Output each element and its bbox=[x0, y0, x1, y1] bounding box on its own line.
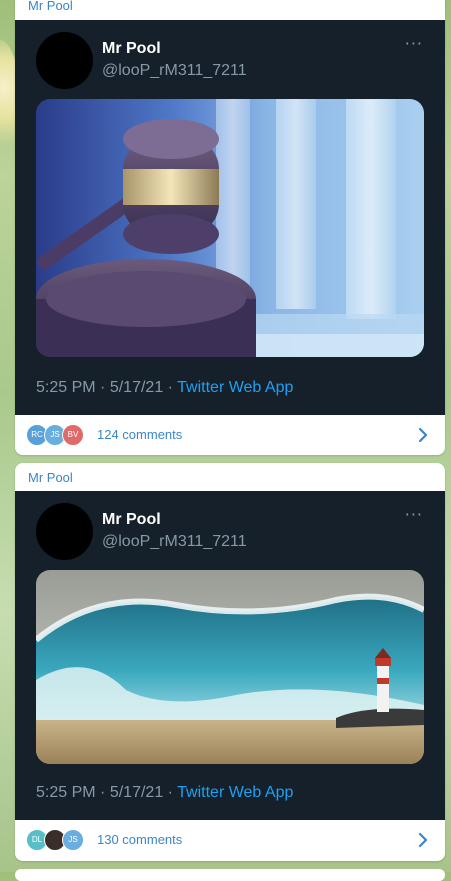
tweet-time: 5:25 PM bbox=[36, 379, 96, 396]
tweet-handle[interactable]: @looP_rM311_7211 bbox=[102, 533, 247, 551]
next-post-edge bbox=[15, 869, 445, 881]
comments-bar[interactable]: DL JS 130 comments bbox=[15, 820, 445, 860]
wave-lighthouse-illustration bbox=[36, 570, 424, 764]
more-options-icon[interactable]: ··· bbox=[405, 34, 423, 53]
tweet-meta: 5:25 PM · 5/17/21 · Twitter Web App bbox=[36, 379, 293, 397]
meta-separator: · bbox=[167, 784, 178, 801]
channel-post-1: Mr Pool Mr Pool @looP_rM311_7211 ··· 5:2… bbox=[15, 0, 445, 455]
tweet-date[interactable]: 5/17/21 bbox=[110, 784, 163, 801]
meta-separator: · bbox=[167, 379, 178, 396]
channel-name[interactable]: Mr Pool bbox=[15, 0, 445, 20]
commenter-avatar: JS bbox=[62, 829, 84, 851]
comments-count-link[interactable]: 124 comments bbox=[97, 427, 182, 442]
tweet-card[interactable]: Mr Pool @looP_rM311_7211 ··· 5:25 PM · 5… bbox=[15, 491, 445, 820]
tweet-display-name[interactable]: Mr Pool bbox=[102, 511, 161, 529]
tweet-date[interactable]: 5/17/21 bbox=[110, 379, 163, 396]
tweet-image-gavel[interactable] bbox=[36, 99, 424, 357]
meta-separator: · bbox=[100, 379, 110, 396]
channel-post-2: Mr Pool Mr Pool @looP_rM311_7211 ··· 5:2… bbox=[15, 463, 445, 861]
tweet-handle[interactable]: @looP_rM311_7211 bbox=[102, 62, 247, 80]
tweet-source[interactable]: Twitter Web App bbox=[177, 379, 293, 396]
chevron-right-icon[interactable] bbox=[414, 426, 432, 444]
tweet-image-wave[interactable] bbox=[36, 570, 424, 764]
tweet-source[interactable]: Twitter Web App bbox=[177, 784, 293, 801]
avatar[interactable] bbox=[36, 32, 93, 89]
gavel-illustration bbox=[36, 99, 424, 357]
tweet-display-name[interactable]: Mr Pool bbox=[102, 40, 161, 58]
avatar[interactable] bbox=[36, 503, 93, 560]
commenter-avatar: BV bbox=[62, 424, 84, 446]
tweet-time: 5:25 PM bbox=[36, 784, 96, 801]
comments-count-link[interactable]: 130 comments bbox=[97, 832, 182, 847]
tweet-meta: 5:25 PM · 5/17/21 · Twitter Web App bbox=[36, 784, 293, 802]
more-options-icon[interactable]: ··· bbox=[405, 505, 423, 524]
chevron-right-icon[interactable] bbox=[414, 831, 432, 849]
channel-name[interactable]: Mr Pool bbox=[15, 463, 445, 491]
meta-separator: · bbox=[100, 784, 110, 801]
comments-bar[interactable]: RC JS BV 124 comments bbox=[15, 415, 445, 455]
tweet-card[interactable]: Mr Pool @looP_rM311_7211 ··· 5:25 PM · 5… bbox=[15, 20, 445, 415]
